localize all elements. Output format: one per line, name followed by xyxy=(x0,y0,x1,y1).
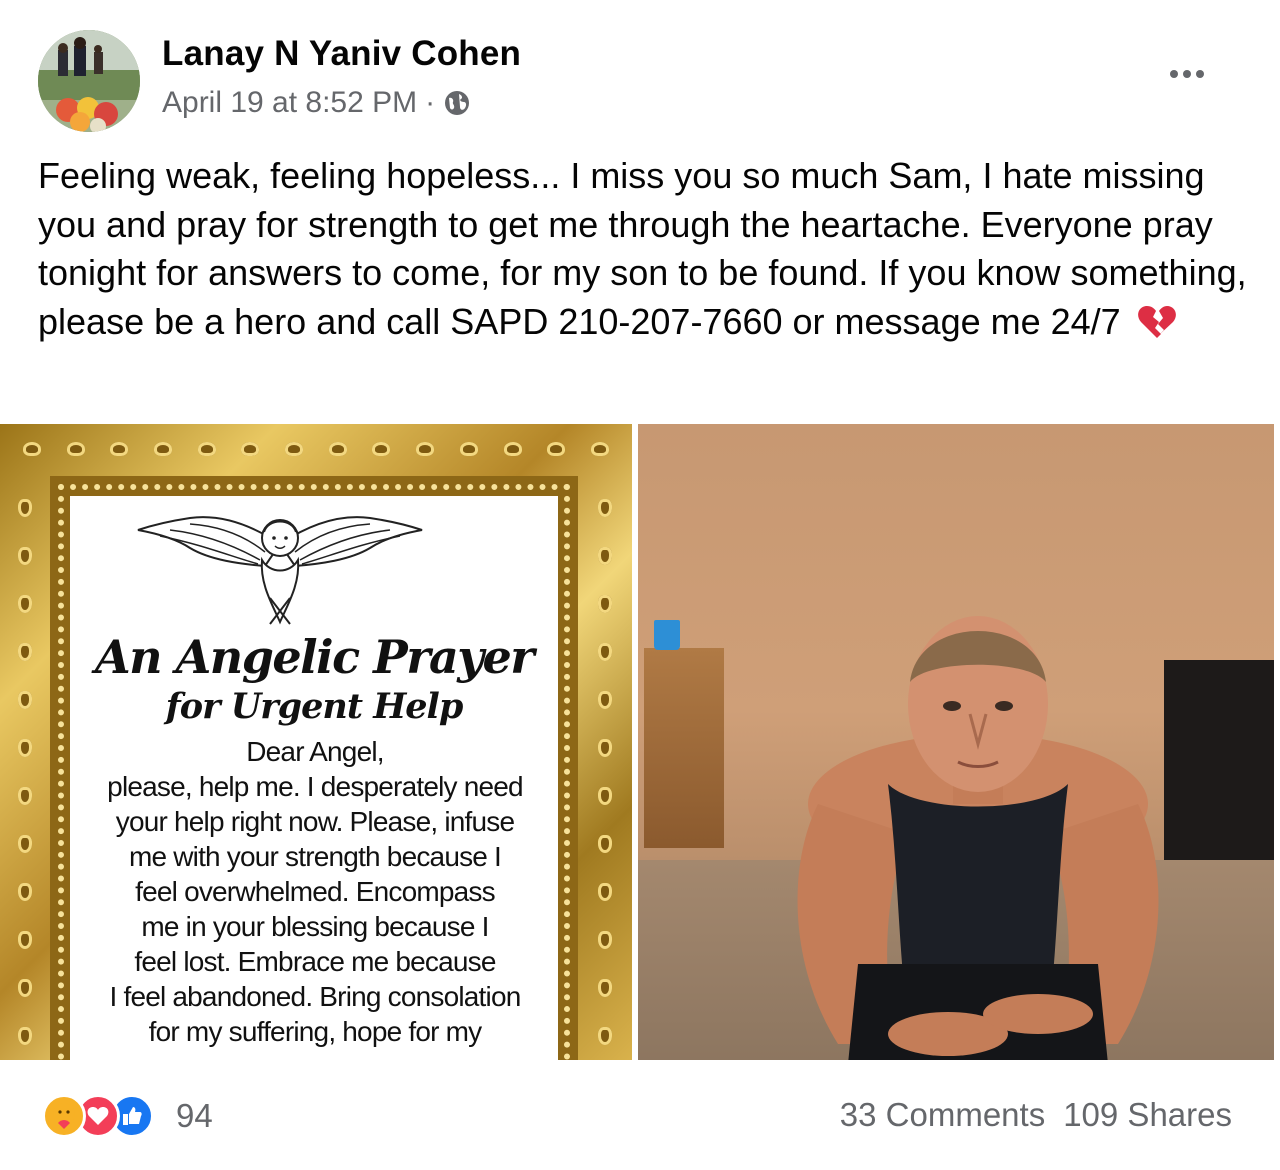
prayer-subtitle: for Urgent Help xyxy=(165,686,464,727)
frame-ornament-left xyxy=(10,484,40,1060)
prayer-line: please, help me. I desperately need xyxy=(107,771,523,802)
post-message: Feeling weak, feeling hopeless... I miss… xyxy=(38,152,1248,352)
prayer-photo[interactable]: An Angelic Prayer for Urgent Help Dear A… xyxy=(0,424,632,1060)
dresser xyxy=(644,648,724,848)
prayer-line: me with your strength because I xyxy=(128,841,502,872)
shares-count[interactable]: 109 Shares xyxy=(1063,1096,1232,1134)
person-figure xyxy=(797,616,1159,1060)
blue-cup xyxy=(654,620,680,650)
comments-count[interactable]: 33 Comments xyxy=(840,1096,1045,1134)
post-message-text: Feeling weak, feeling hopeless... I miss… xyxy=(38,155,1247,342)
care-icon xyxy=(42,1094,86,1138)
author-avatar[interactable] xyxy=(38,30,140,132)
more-options-icon[interactable] xyxy=(1162,56,1212,92)
angel-icon xyxy=(137,516,423,625)
author-name[interactable]: Lanay N Yaniv Cohen xyxy=(162,34,521,74)
frame-ornament-top xyxy=(10,434,622,464)
meta-separator: · xyxy=(425,86,436,119)
frame-ornament-right xyxy=(590,484,620,1060)
prayer-line: feel overwhelmed. Encompass xyxy=(135,876,496,907)
son-photo[interactable] xyxy=(638,424,1274,1060)
prayer-line: feel lost. Embrace me because xyxy=(134,946,496,977)
globe-icon[interactable] xyxy=(443,89,471,117)
prayer-line: Dear Angel, xyxy=(246,736,384,767)
prayer-line: me in your blessing because I xyxy=(141,911,489,942)
post-meta: April 19 at 8:52 PM · xyxy=(162,86,471,120)
facebook-post: Lanay N Yaniv Cohen April 19 at 8:52 PM … xyxy=(0,0,1280,1170)
reaction-count[interactable]: 94 xyxy=(176,1097,213,1135)
prayer-body: Dear Angel, please, help me. I desperate… xyxy=(76,734,554,1049)
prayer-line: I feel abandoned. Bring consolation xyxy=(109,981,522,1012)
prayer-line: for my suffering, hope for my xyxy=(148,1016,482,1047)
prayer-line: your help right now. Please, infuse xyxy=(115,806,515,837)
engagement-counts: 33 Comments 109 Shares xyxy=(840,1096,1232,1134)
post-timestamp[interactable]: April 19 at 8:52 PM xyxy=(162,86,417,120)
broken-heart-icon xyxy=(1137,304,1177,353)
prayer-title: An Angelic Prayer xyxy=(94,630,535,684)
reactions-summary[interactable]: 94 xyxy=(42,1094,213,1138)
